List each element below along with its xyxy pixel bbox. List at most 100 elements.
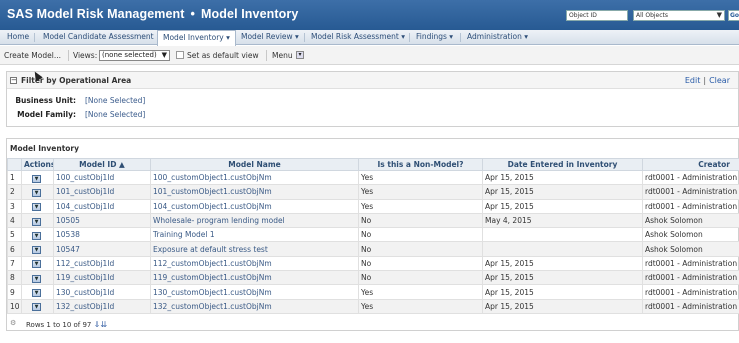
object-id-input[interactable]: Object ID [566, 10, 628, 21]
date-entered-header[interactable]: Date Entered in Inventory [482, 158, 643, 171]
actions-cell: ▼ [21, 270, 54, 286]
table-row[interactable]: 4 ▼ 10505 Wholesale- program lending model N… [7, 212, 739, 229]
model-id-cell[interactable]: 101_custObj1Id [53, 184, 151, 200]
filter-clear-link[interactable]: Clear [709, 76, 730, 85]
business-unit-label: Business Unit: [15, 96, 76, 105]
page-title: Model Inventory [201, 7, 299, 21]
non-model-cell: Yes [358, 298, 483, 314]
row-number-cell: 1 [7, 169, 22, 186]
collapse-icon[interactable]: − [10, 77, 17, 84]
filter-panel: − Filter by Operational Area Edit | Clear … [6, 71, 739, 127]
model-id-cell[interactable]: 10547 [53, 241, 151, 257]
non-model-header[interactable]: Is this a Non-Model? [358, 158, 483, 171]
table-row[interactable]: 3 ▼ 104_custObj1Id 104_customObject1.custOb… [7, 198, 739, 214]
inventory-title: Model Inventory [10, 144, 80, 153]
tab-findings[interactable]: Findings ▾ [411, 30, 458, 45]
creator-cell: Ashok Solomon [642, 212, 739, 229]
model-id-cell[interactable]: 104_custObj1Id [53, 198, 151, 214]
row-actions-icon[interactable]: ▼ [32, 303, 41, 312]
table-row[interactable]: 10 ▼ 132_custObj1Id 132_customObject1.custO… [7, 298, 739, 314]
menu-label[interactable]: Menu [272, 51, 293, 60]
menu-dropdown-icon[interactable]: ▾ [296, 51, 304, 59]
filter-settings-icon[interactable]: ⚙ [10, 319, 16, 327]
model-id-cell[interactable]: 112_custObj1Id [53, 255, 151, 272]
main-nav: Home Model Candidate Assessment Model In… [0, 30, 739, 46]
business-unit-value[interactable]: [None Selected] [85, 96, 145, 105]
toolbar: Create Model... Views: (none selected) ▼… [0, 46, 739, 65]
creator-cell: rdt0001 - Administration [642, 298, 739, 314]
tab-model-inventory[interactable]: Model Inventory ▾ [157, 30, 236, 46]
create-model-button[interactable]: Create Model... [4, 51, 61, 60]
row-actions-icon[interactable]: ▼ [32, 174, 41, 183]
model-id-cell[interactable]: 132_custObj1Id [53, 298, 151, 314]
table-row[interactable]: 2 ▼ 101_custObj1Id 101_customObject1.custOb… [7, 184, 739, 200]
toolbar-divider [68, 50, 69, 61]
model-name-cell[interactable]: 132_customObject1.custObjNm [150, 298, 359, 314]
model-name-cell[interactable]: 104_customObject1.custObjNm [150, 198, 359, 214]
export-icon[interactable]: ⇊ [100, 320, 107, 329]
tab-administration[interactable]: Administration ▾ [462, 30, 533, 45]
table-row[interactable]: 6 ▼ 10547 Exposure at default stress test No… [7, 241, 739, 257]
filter-header: − Filter by Operational Area Edit | Clear [7, 72, 738, 89]
go-button[interactable]: Go [728, 10, 739, 21]
row-actions-icon[interactable]: ▼ [32, 289, 41, 298]
chevron-down-icon: ▼ [161, 51, 167, 59]
model-name-header[interactable]: Model Name [150, 158, 359, 171]
non-model-cell: No [358, 241, 483, 257]
model-name-cell[interactable]: Wholesale- program lending model [150, 212, 359, 229]
model-name-cell[interactable]: Exposure at default stress test [150, 241, 359, 257]
creator-cell: rdt0001 - Administration [642, 169, 739, 186]
model-family-label: Model Family: [17, 110, 76, 119]
row-actions-icon[interactable]: ▼ [32, 246, 41, 255]
inventory-table: Actions Model ID ▲ Model Name Is this a … [7, 158, 739, 314]
model-id-cell[interactable]: 10505 [53, 212, 151, 229]
table-row[interactable]: 5 ▼ 10538 Training Model 1 No Ashok Solomon [7, 227, 739, 243]
model-name-cell[interactable]: 100_customObject1.custObjNm [150, 169, 359, 186]
row-actions-icon[interactable]: ▼ [32, 217, 41, 226]
non-model-cell: No [358, 212, 483, 229]
tab-model-review[interactable]: Model Review ▾ [236, 30, 304, 45]
model-id-cell[interactable]: 119_custObj1Id [53, 270, 151, 286]
tab-model-candidate-assessment[interactable]: Model Candidate Assessment [38, 30, 159, 45]
model-id-cell[interactable]: 130_custObj1Id [53, 284, 151, 300]
non-model-cell: No [358, 255, 483, 272]
table-header-row: Actions Model ID ▲ Model Name Is this a … [7, 158, 739, 171]
creator-header[interactable]: Creator [642, 158, 739, 171]
model-name-cell[interactable]: 101_customObject1.custObjNm [150, 184, 359, 200]
model-id-header[interactable]: Model ID ▲ [53, 158, 151, 171]
row-actions-icon[interactable]: ▼ [32, 260, 41, 269]
tab-home[interactable]: Home [2, 30, 34, 45]
model-name-cell[interactable]: Training Model 1 [150, 227, 359, 243]
title-separator: • [190, 7, 196, 21]
tab-model-risk-assessment[interactable]: Model Risk Assessment ▾ [306, 30, 410, 45]
row-actions-icon[interactable]: ▼ [32, 231, 41, 240]
filter-actions: Edit | Clear [684, 76, 730, 85]
toolbar-divider [266, 50, 267, 61]
row-number-cell: 4 [7, 212, 22, 229]
filter-edit-link[interactable]: Edit [685, 76, 701, 85]
object-type-select[interactable]: All Objects ▼ [633, 10, 725, 21]
non-model-cell: Yes [358, 184, 483, 200]
model-name-cell[interactable]: 112_customObject1.custObjNm [150, 255, 359, 272]
creator-cell: rdt0001 - Administration [642, 270, 739, 286]
views-select[interactable]: (none selected) ▼ [99, 50, 170, 61]
model-family-value[interactable]: [None Selected] [85, 110, 145, 119]
date-entered-cell: Apr 15, 2015 [482, 270, 643, 286]
date-entered-cell: Apr 15, 2015 [482, 284, 643, 300]
creator-cell: rdt0001 - Administration [642, 255, 739, 272]
nav-divider [304, 33, 305, 42]
model-id-cell[interactable]: 100_custObj1Id [53, 169, 151, 186]
table-row[interactable]: 1 ▼ 100_custObj1Id 100_customObject1.custOb… [7, 169, 739, 186]
default-view-checkbox[interactable] [176, 51, 184, 59]
actions-cell: ▼ [21, 184, 54, 200]
row-actions-icon[interactable]: ▼ [32, 203, 41, 212]
table-row[interactable]: 9 ▼ 130_custObj1Id 130_customObject1.custOb… [7, 284, 739, 300]
model-name-cell[interactable]: 130_customObject1.custObjNm [150, 284, 359, 300]
table-row[interactable]: 8 ▼ 119_custObj1Id 119_customObject1.custOb… [7, 270, 739, 286]
row-actions-icon[interactable]: ▼ [32, 188, 41, 197]
row-actions-icon[interactable]: ▼ [32, 274, 41, 283]
model-id-cell[interactable]: 10538 [53, 227, 151, 243]
model-name-cell[interactable]: 119_customObject1.custObjNm [150, 270, 359, 286]
default-view-label: Set as default view [187, 51, 259, 60]
table-row[interactable]: 7 ▼ 112_custObj1Id 112_customObject1.custOb… [7, 255, 739, 272]
